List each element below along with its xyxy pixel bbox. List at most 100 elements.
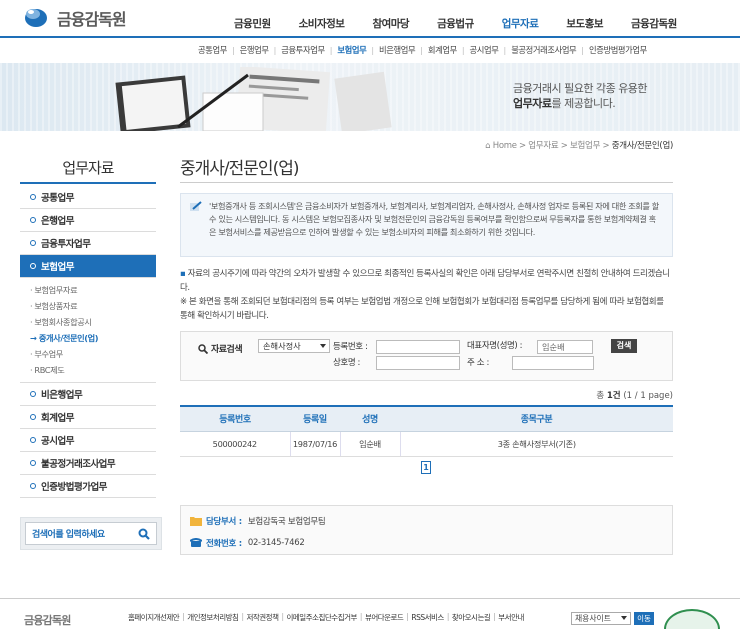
- cell-reg-no: 500000242: [180, 431, 291, 457]
- lnb-item[interactable]: 은행업무: [240, 44, 269, 56]
- gnb-item[interactable]: 참여마당: [358, 16, 423, 34]
- col-header: 성명: [340, 405, 400, 432]
- lnb-item[interactable]: 인증방법평가업무: [589, 44, 647, 56]
- count-paging: (1 / 1 page): [623, 391, 673, 401]
- notice: ▪ 자료의 공시주기에 따라 약간의 오차가 발생할 수 있으므로 최종적인 등…: [180, 267, 673, 323]
- cell-type: 3종 손해사정부서(기존): [400, 431, 673, 457]
- sidebar-item[interactable]: 금융투자업무: [20, 232, 156, 255]
- lnb-item[interactable]: 보험업무: [337, 44, 366, 56]
- breadcrumb-sep: >: [602, 141, 610, 151]
- footer-link[interactable]: 뷰어다운로드: [365, 612, 404, 623]
- breadcrumb-home[interactable]: Home: [493, 141, 517, 151]
- bullet-icon: [30, 483, 36, 489]
- footer-link[interactable]: RSS서비스: [411, 612, 444, 623]
- address-label: 주 소 :: [467, 358, 489, 368]
- family-site-select[interactable]: 채용사이트: [571, 612, 631, 625]
- footer-link-separator: |: [241, 612, 244, 621]
- banner-line1: 금융거래시 필요한 각종 유용한: [513, 82, 648, 95]
- gnb-item[interactable]: 금융법규: [423, 16, 488, 34]
- seal-icon: [664, 609, 720, 629]
- ceo-label: 대표자명(성명) :: [467, 341, 523, 351]
- search-label-text: 자료검색: [211, 345, 243, 355]
- gnb-item[interactable]: 보도홍보: [552, 16, 617, 34]
- trade-input[interactable]: [376, 356, 460, 370]
- footer-link-separator: |: [493, 612, 496, 621]
- sidebar-item[interactable]: 보험업무: [20, 255, 156, 278]
- sidebar-subitem-label: RBC제도: [34, 365, 65, 375]
- sidebar-item[interactable]: 비은행업무: [20, 383, 156, 406]
- search-label: 자료검색: [198, 342, 243, 355]
- reg-no-input[interactable]: [376, 340, 460, 354]
- sidebar-item-label: 보험업무: [41, 262, 74, 273]
- gnb-item[interactable]: 금융감독원: [617, 16, 691, 34]
- search-button[interactable]: 검색: [611, 339, 637, 353]
- lnb-separator: |: [329, 45, 333, 55]
- logo-text: 금융감독원: [57, 10, 127, 29]
- sidebar-item[interactable]: 공통업무: [20, 186, 156, 209]
- breadcrumb-sep: >: [560, 141, 568, 151]
- footer-link[interactable]: 개인정보처리방침: [187, 612, 239, 623]
- col-header: 종목구분: [400, 405, 673, 432]
- reg-no-label: 등록번호 :: [333, 342, 368, 352]
- sidebar-item-label: 공통업무: [41, 193, 74, 204]
- gnb-item[interactable]: 업무자료: [488, 16, 553, 34]
- sidebar-search: 검색어를 입력하세요: [20, 517, 162, 550]
- lnb-item[interactable]: 비은행업무: [379, 44, 416, 56]
- breadcrumb-item[interactable]: 업무자료: [528, 141, 558, 151]
- trade-label: 상호명 :: [333, 358, 361, 368]
- lnb-item[interactable]: 불공정거래조사업무: [511, 44, 577, 56]
- sidebar-item[interactable]: 은행업무: [20, 209, 156, 232]
- ceo-input[interactable]: 임순배: [537, 340, 593, 354]
- footer-link-separator: |: [182, 612, 185, 621]
- footer-link[interactable]: 저작권정책: [246, 612, 279, 623]
- result-table: 등록번호 등록일 성명 종목구분 500000242 1987/07/16 임순…: [180, 405, 673, 457]
- bullet-icon: [30, 194, 36, 200]
- sidebar-item[interactable]: 불공정거래조사업무: [20, 452, 156, 475]
- sidebar-subitem[interactable]: · 보험업무자료: [30, 282, 156, 298]
- sidebar-item[interactable]: 회계업무: [20, 406, 156, 429]
- footer-link[interactable]: 이메일주소집단수집거부: [287, 612, 358, 623]
- gnb-item[interactable]: 소비자정보: [285, 16, 359, 34]
- page-1-button[interactable]: 1: [421, 461, 431, 474]
- intro-text: '보험중개사 등 조회시스템'은 금융소비자가 보험중개사, 보험계리사, 보험…: [209, 201, 659, 237]
- category-select[interactable]: 손해사정사: [258, 339, 330, 353]
- footer-link-separator: |: [281, 612, 284, 621]
- sidebar-subitem[interactable]: · 부수업무: [30, 346, 156, 362]
- notice-text1: 자료의 공시주기에 따라 약간의 오차가 발생할 수 있으므로 최종적인 등록사…: [180, 269, 670, 293]
- go-button[interactable]: 이동: [634, 612, 654, 625]
- sidebar-subitem-label: 부수업무: [34, 349, 63, 359]
- lnb-item[interactable]: 공통업무: [198, 44, 227, 56]
- sidebar-item[interactable]: 인증방법평가업무: [20, 475, 156, 498]
- lnb-item[interactable]: 공시업무: [470, 44, 499, 56]
- lnb-item[interactable]: 회계업무: [428, 44, 457, 56]
- table-row[interactable]: 500000242 1987/07/16 임순배 3종 손해사정부서(기존): [180, 431, 673, 457]
- sidebar-subitem[interactable]: · RBC제도: [30, 362, 156, 378]
- gnb-item[interactable]: 금융민원: [220, 16, 285, 34]
- result-count: 총 1건 (1 / 1 page): [560, 389, 673, 401]
- contact-box: 담당부서 : 보험감독국 보험업무팀 전화번호 : 02-3145-7462: [180, 505, 673, 555]
- sidebar-subitem-label: 보험회사종합공시: [34, 317, 92, 327]
- lnb-separator: |: [461, 45, 465, 55]
- table-header-row: 등록번호 등록일 성명 종목구분: [180, 405, 673, 432]
- address-input[interactable]: [512, 356, 594, 370]
- sidebar-item[interactable]: 공시업무: [20, 429, 156, 452]
- sidebar-submenu: · 보험업무자료 · 보험상품자료 · 보험회사종합공시 → 중개사/전문인(업) · …: [20, 278, 156, 383]
- footer-link[interactable]: 부서안내: [498, 612, 524, 623]
- search-icon[interactable]: [138, 528, 150, 540]
- footer-link[interactable]: 홈페이지개선제안: [128, 612, 180, 623]
- sidebar-subitem[interactable]: · 보험상품자료: [30, 298, 156, 314]
- footer-link[interactable]: 찾아오시는길: [452, 612, 491, 623]
- site-logo[interactable]: 금융감독원: [22, 2, 142, 32]
- sidebar-search-placeholder: 검색어를 입력하세요: [32, 530, 105, 540]
- sidebar-subitem[interactable]: → 중개사/전문인(업): [30, 330, 156, 346]
- bullet-icon: [30, 217, 36, 223]
- col-header: 등록일: [290, 405, 340, 432]
- sidebar-search-input[interactable]: 검색어를 입력하세요: [25, 522, 157, 545]
- sidebar-item-label: 금융투자업무: [41, 239, 91, 250]
- lnb-item[interactable]: 금융투자업무: [281, 44, 325, 56]
- magnifier-icon: [198, 343, 208, 354]
- global-nav: 금융민원 소비자정보 참여마당 금융법규 업무자료 보도홍보 금융감독원: [220, 16, 691, 34]
- sidebar-subitem[interactable]: · 보험회사종합공시: [30, 314, 156, 330]
- breadcrumb-item[interactable]: 보험업무: [570, 141, 600, 151]
- breadcrumb: ⌂ Home > 업무자료 > 보험업무 > 중개사/전문인(업): [462, 139, 673, 151]
